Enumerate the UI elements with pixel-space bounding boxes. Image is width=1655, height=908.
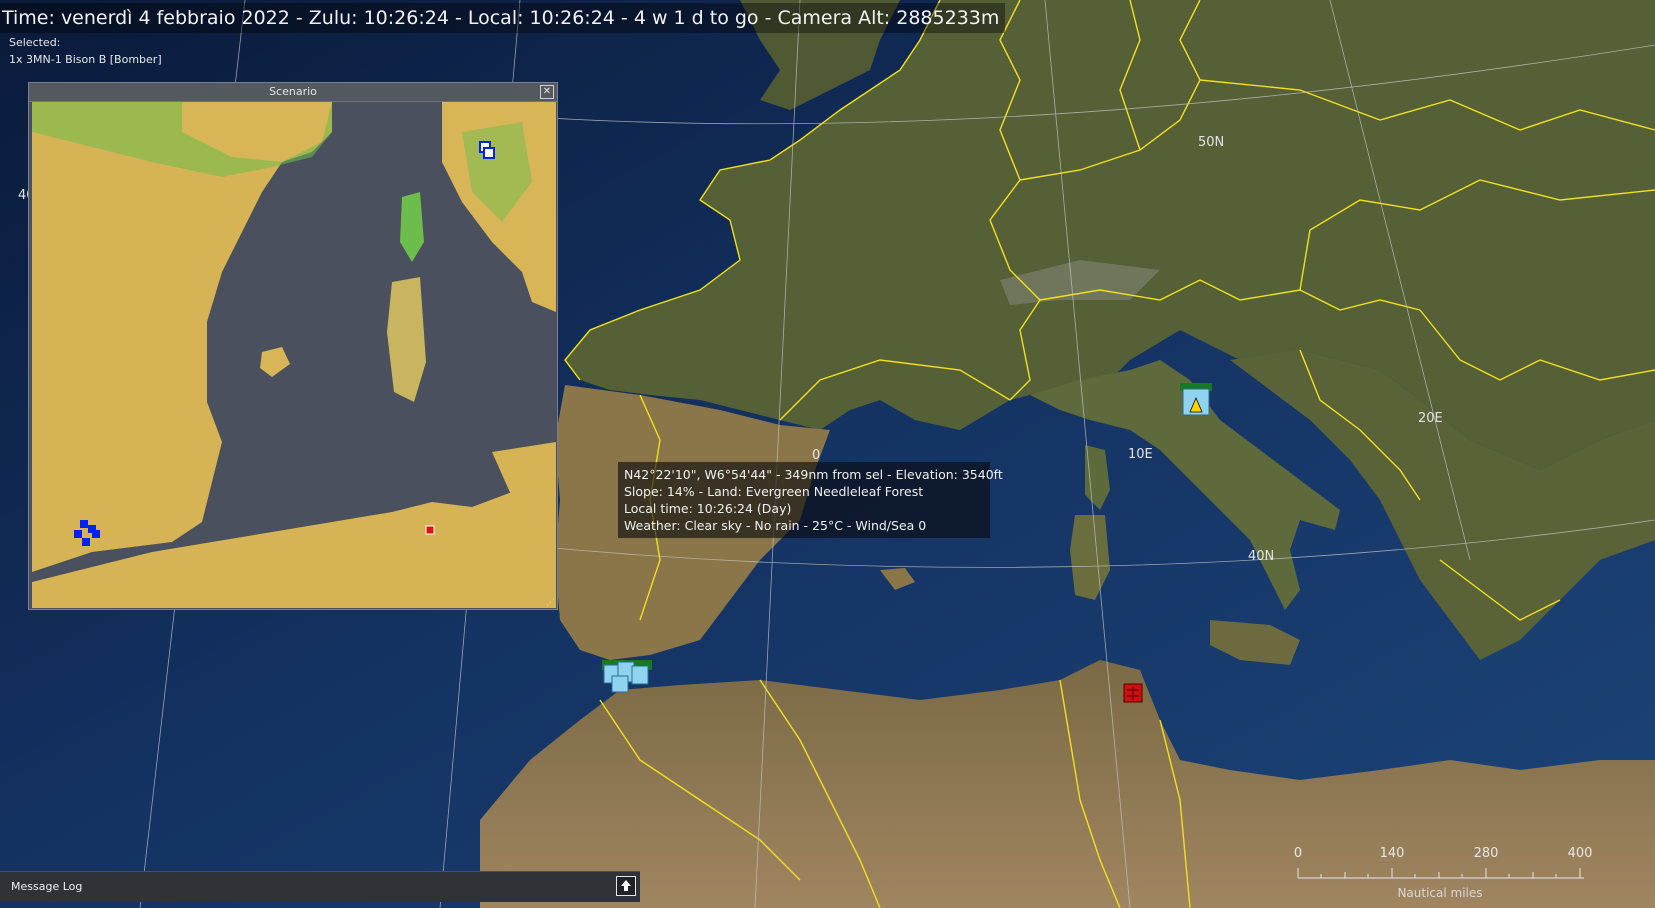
scenario-titlebar[interactable]: Scenario ✕ — [29, 83, 557, 102]
scenario-window[interactable]: Scenario ✕ ⋰ — [28, 82, 558, 610]
minimap-svg[interactable] — [32, 102, 556, 608]
close-icon[interactable]: ✕ — [540, 85, 554, 99]
scale-ruler — [1297, 868, 1584, 879]
grid-label-50n: 50N — [1198, 135, 1225, 150]
grid-label-40n: 40N — [1248, 549, 1275, 564]
map-hover-tooltip: N42°22'10", W6°54'44" - 349nm from sel -… — [618, 462, 1003, 538]
selected-unit-text: 1x 3MN-1 Bison B [Bomber] — [9, 53, 162, 66]
grid-label-0: 0 — [812, 448, 821, 463]
time-status-bar: Time: venerdì 4 febbraio 2022 - Zulu: 10… — [0, 3, 1006, 33]
tooltip-local-time: Local time: 10:26:24 (Day) — [624, 501, 792, 516]
expand-up-icon[interactable] — [616, 876, 636, 896]
message-log-label: Message Log — [11, 880, 83, 893]
scale-unit-label: Nautical miles — [1397, 886, 1483, 900]
scenario-minimap[interactable] — [32, 102, 556, 608]
tooltip-terrain: Slope: 14% - Land: Evergreen Needleleaf … — [624, 484, 924, 499]
grid-label-20e: 20E — [1418, 411, 1443, 426]
italy-friendly-airbase[interactable] — [1180, 383, 1212, 416]
tooltip-coordinates: N42°22'10", W6°54'44" - 349nm from sel -… — [624, 467, 1003, 482]
tooltip-weather: Weather: Clear sky - No rain - 25°C - Wi… — [624, 518, 927, 533]
resize-grip-icon[interactable]: ⋰ — [546, 598, 556, 608]
message-log-bar[interactable]: Message Log — [0, 871, 640, 902]
time-status-text: Time: venerdì 4 febbraio 2022 - Zulu: 10… — [2, 7, 1000, 29]
scenario-title: Scenario — [269, 85, 317, 98]
grid-label-10e: 10E — [1128, 447, 1153, 462]
minimap-hostile-marker[interactable] — [425, 525, 435, 535]
selected-label: Selected: — [9, 36, 61, 49]
tunisia-hostile-unit[interactable] — [1123, 683, 1143, 703]
scale-bar: 0 140 280 400 Nautical miles — [1290, 846, 1593, 904]
